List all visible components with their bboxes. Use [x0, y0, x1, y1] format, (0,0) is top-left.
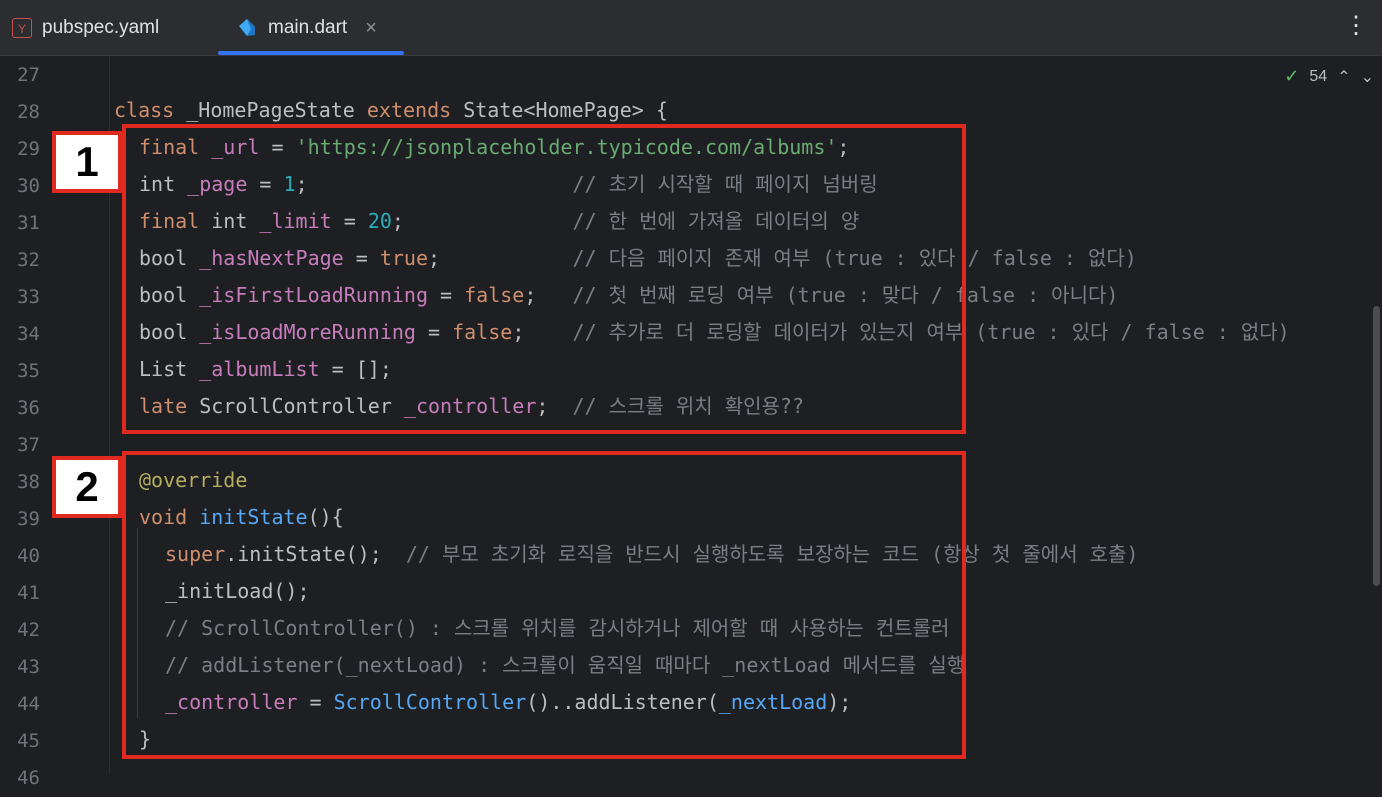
line-number: 40	[17, 545, 40, 567]
line-number: 35	[17, 360, 40, 382]
line-number: 43	[17, 656, 40, 678]
line-number: 37	[17, 434, 40, 456]
annotation-badge-2: 2	[52, 456, 122, 518]
more-options-icon[interactable]: ⋮	[1344, 12, 1368, 40]
tab-main-dart[interactable]: main.dart ×	[236, 0, 377, 56]
line-number: 39	[17, 508, 40, 530]
line-number: 34	[17, 323, 40, 345]
check-icon: ✓	[1284, 66, 1300, 86]
line-number: 36	[17, 397, 40, 419]
line-number: 28	[17, 101, 40, 123]
line-number: 42	[17, 619, 40, 641]
tab-label: main.dart	[268, 17, 348, 38]
inspection-count: 54	[1309, 67, 1328, 85]
line-number: 38	[17, 471, 40, 493]
editor-tab-bar: Y pubspec.yaml main.dart × ⋮	[0, 0, 1382, 56]
line-number: 31	[17, 212, 40, 234]
vertical-scrollbar[interactable]	[1370, 56, 1382, 774]
line-number: 33	[17, 286, 40, 308]
line-number: 45	[17, 730, 40, 752]
active-tab-indicator	[218, 51, 404, 55]
line-number: 32	[17, 249, 40, 271]
yaml-file-icon: Y	[12, 18, 32, 38]
highlight-box-1	[122, 124, 966, 434]
line-number: 44	[17, 693, 40, 715]
keyword: extends	[366, 98, 452, 122]
line-number: 27	[17, 64, 40, 86]
inspection-widget[interactable]: ✓ 54 ⌃ ⌄	[1284, 66, 1374, 87]
annotation-badge-1: 1	[52, 131, 122, 193]
class-name: _HomePageState	[174, 98, 367, 122]
line-number: 30	[17, 175, 40, 197]
code-text: State<HomePage> {	[451, 98, 668, 122]
highlight-box-2	[122, 451, 966, 759]
line-number: 29	[17, 138, 40, 160]
scrollbar-thumb[interactable]	[1373, 306, 1380, 586]
close-icon[interactable]: ×	[365, 17, 377, 40]
line-number: 41	[17, 582, 40, 604]
tab-pubspec-yaml[interactable]: Y pubspec.yaml	[12, 0, 159, 56]
line-number: 46	[17, 767, 40, 789]
dart-file-icon	[239, 19, 255, 36]
tab-label: pubspec.yaml	[42, 17, 160, 38]
code-editor[interactable]: 27 28 29 30 31 32 33 34 35 36 37 38 39 40 41 42 43 44 45 46…	[0, 56, 1382, 789]
keyword: class	[114, 98, 175, 122]
ide-window: Y pubspec.yaml main.dart × ⋮ 27 28 29 30 31 3…	[0, 0, 1382, 789]
previous-highlight-icon[interactable]: ⌃	[1337, 67, 1350, 87]
